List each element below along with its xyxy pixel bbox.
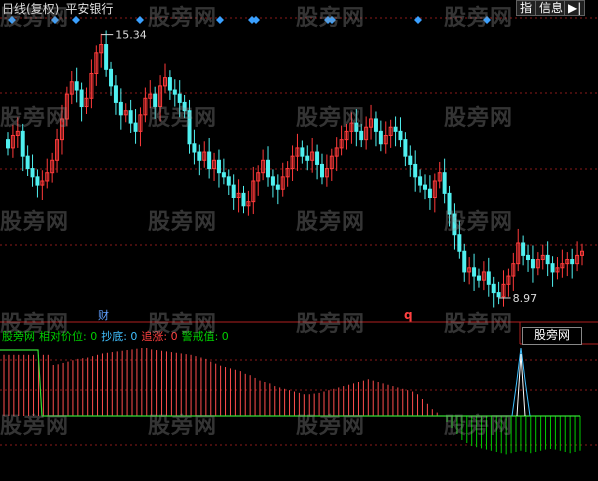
watermark: 股旁网 — [296, 414, 366, 439]
candle-body — [530, 259, 535, 269]
candle-body — [109, 68, 114, 87]
watermark: 股旁网 — [0, 414, 70, 439]
diamond-marker — [216, 16, 224, 24]
watermark: 股旁网 — [148, 312, 218, 337]
candle-body — [496, 292, 501, 298]
diamond-marker — [414, 16, 422, 24]
site-box: 股旁网 — [522, 327, 582, 345]
watermark: 股旁网 — [444, 6, 514, 31]
candle-body — [305, 155, 310, 161]
info-button[interactable]: 信息 — [535, 0, 568, 16]
candle-body — [6, 139, 10, 149]
candle-body — [373, 118, 378, 132]
candle-body — [319, 163, 324, 178]
candle-body — [359, 130, 364, 141]
candle-body — [300, 147, 305, 157]
candle-body — [521, 242, 526, 256]
spike-line — [516, 353, 526, 417]
candle-body — [315, 151, 320, 165]
candle-body — [418, 176, 423, 186]
candle-body — [35, 176, 40, 186]
candle-body — [192, 143, 197, 153]
candle-body — [472, 267, 477, 277]
candle-body — [79, 89, 84, 108]
event-marker-q: q — [404, 308, 413, 322]
watermark: 股旁网 — [148, 106, 218, 131]
stock-name: 平安银行 — [65, 2, 114, 16]
candle-body — [118, 101, 123, 116]
watermark: 股旁网 — [0, 312, 70, 337]
low-label: 8.97 — [513, 292, 538, 305]
candle-body — [104, 44, 109, 70]
candle-body — [275, 184, 280, 190]
watermark: 股旁网 — [296, 106, 366, 131]
candle-body — [476, 275, 481, 281]
watermark: 股旁网 — [296, 210, 366, 235]
candle-body — [172, 89, 177, 95]
candle-body — [207, 151, 212, 170]
watermark: 股旁网 — [296, 6, 366, 31]
candle-body — [491, 283, 496, 294]
nav-end-button[interactable]: ▶| — [564, 0, 586, 16]
watermark: 股旁网 — [148, 210, 218, 235]
candle-body — [20, 130, 25, 157]
watermark: 股旁网 — [444, 414, 514, 439]
event-marker-cai: 财 — [98, 308, 109, 322]
candle-body — [398, 130, 403, 141]
candle-body — [30, 168, 35, 178]
watermark: 股旁网 — [444, 312, 514, 337]
candle-body — [413, 163, 418, 178]
candle-body — [442, 172, 447, 194]
watermark: 股旁网 — [0, 106, 70, 131]
candle-body — [545, 254, 550, 265]
candle-body — [128, 110, 133, 124]
candle-body — [270, 176, 275, 186]
candle-body — [378, 130, 383, 145]
candle-body — [486, 271, 491, 285]
watermark: 股旁网 — [0, 210, 70, 235]
candle-body — [462, 250, 467, 273]
indicator-bottom: 抄底: 0 — [101, 330, 138, 343]
watermark: 股旁网 — [148, 414, 218, 439]
candle-body — [427, 188, 432, 199]
candle-body — [221, 172, 226, 178]
diamond-marker — [136, 16, 144, 24]
high-label: 15.34 — [115, 29, 147, 42]
candle-body — [74, 81, 79, 91]
candle-body — [241, 192, 246, 207]
watermark: 股旁网 — [148, 6, 218, 31]
candle-body — [423, 184, 428, 190]
candle-body — [133, 122, 138, 132]
candle-body — [570, 259, 575, 265]
candle-body — [167, 77, 172, 91]
watermark: 股旁网 — [444, 210, 514, 235]
candle-body — [226, 176, 231, 186]
candle-body — [526, 254, 531, 261]
candle-body — [25, 155, 30, 170]
candle-body — [197, 151, 202, 161]
candle-body — [457, 234, 462, 252]
candle-body — [266, 159, 271, 178]
candle-body — [231, 184, 236, 199]
candle-body — [408, 155, 413, 165]
candle-body — [393, 126, 398, 132]
watermark: 股旁网 — [0, 6, 70, 31]
candle-body — [216, 159, 221, 174]
diamond-marker — [72, 16, 80, 24]
index-button[interactable]: 指 — [516, 0, 537, 16]
watermark: 股旁网 — [296, 312, 366, 337]
candle-body — [403, 139, 408, 157]
candle-body — [113, 85, 118, 103]
candle-body — [550, 263, 555, 273]
watermark: 股旁网 — [444, 106, 514, 131]
